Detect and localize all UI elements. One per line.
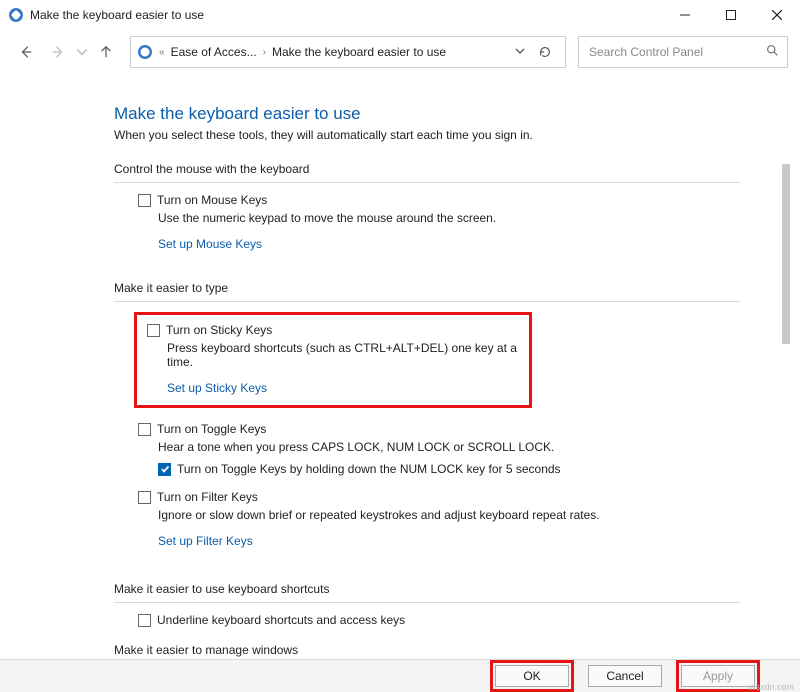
apply-button[interactable]: Apply <box>681 665 755 687</box>
breadcrumb-chevron-icon: « <box>159 47 165 58</box>
ok-button[interactable]: OK <box>495 665 569 687</box>
divider <box>114 301 740 302</box>
page-title: Make the keyboard easier to use <box>114 104 740 124</box>
mouse-keys-desc: Use the numeric keypad to move the mouse… <box>158 211 740 225</box>
section-windows-label: Make it easier to manage windows <box>114 643 740 657</box>
app-icon <box>8 7 24 23</box>
sticky-keys-desc: Press keyboard shortcuts (such as CTRL+A… <box>167 341 519 369</box>
apply-highlight: Apply <box>676 660 760 692</box>
address-dropdown-icon[interactable] <box>515 45 525 59</box>
address-bar[interactable]: « Ease of Acces... › Make the keyboard e… <box>130 36 566 68</box>
watermark: wsxdn.com <box>749 682 794 692</box>
back-button[interactable] <box>12 38 40 66</box>
divider <box>114 182 740 183</box>
minimize-button[interactable] <box>662 0 708 30</box>
checkbox-filter-keys[interactable] <box>138 491 151 504</box>
titlebar: Make the keyboard easier to use <box>0 0 800 30</box>
checkbox-mouse-keys[interactable] <box>138 194 151 207</box>
refresh-button[interactable] <box>531 45 559 59</box>
link-setup-filter-keys[interactable]: Set up Filter Keys <box>158 534 253 548</box>
cancel-button[interactable]: Cancel <box>588 665 662 687</box>
window-title: Make the keyboard easier to use <box>30 8 662 22</box>
checkbox-mouse-keys-label: Turn on Mouse Keys <box>157 193 267 207</box>
search-input[interactable] <box>587 44 766 60</box>
nav-toolbar: « Ease of Acces... › Make the keyboard e… <box>0 30 800 74</box>
search-box[interactable] <box>578 36 788 68</box>
checkbox-sticky-keys-label: Turn on Sticky Keys <box>166 323 272 337</box>
ok-highlight: OK <box>490 660 574 692</box>
section-shortcuts-label: Make it easier to use keyboard shortcuts <box>114 582 740 596</box>
up-button[interactable] <box>92 38 120 66</box>
checkbox-underline-shortcuts[interactable] <box>138 614 151 627</box>
checkbox-sticky-keys[interactable] <box>147 324 160 337</box>
recent-dropdown[interactable] <box>76 38 88 66</box>
search-icon[interactable] <box>766 44 779 60</box>
checkbox-toggle-keys[interactable] <box>138 423 151 436</box>
button-bar: OK Cancel Apply <box>0 659 800 692</box>
checkbox-numlock-hold-label: Turn on Toggle Keys by holding down the … <box>177 462 561 476</box>
checkbox-numlock-hold[interactable] <box>158 463 171 476</box>
control-panel-icon <box>137 44 153 60</box>
link-setup-mouse-keys[interactable]: Set up Mouse Keys <box>158 237 262 251</box>
link-setup-sticky-keys[interactable]: Set up Sticky Keys <box>167 381 267 395</box>
maximize-button[interactable] <box>708 0 754 30</box>
scrollbar-thumb[interactable] <box>782 164 790 344</box>
forward-button[interactable] <box>44 38 72 66</box>
filter-keys-desc: Ignore or slow down brief or repeated ke… <box>158 508 740 522</box>
checkbox-underline-shortcuts-label: Underline keyboard shortcuts and access … <box>157 613 405 627</box>
close-button[interactable] <box>754 0 800 30</box>
sticky-keys-highlight: Turn on Sticky Keys Press keyboard short… <box>134 312 532 408</box>
breadcrumb-part2[interactable]: Make the keyboard easier to use <box>272 45 446 59</box>
divider <box>114 602 740 603</box>
content-area: Make the keyboard easier to use When you… <box>0 74 800 659</box>
page-subtitle: When you select these tools, they will a… <box>114 128 740 142</box>
window-controls <box>662 0 800 30</box>
checkbox-toggle-keys-label: Turn on Toggle Keys <box>157 422 266 436</box>
breadcrumb-part1[interactable]: Ease of Acces... <box>171 45 257 59</box>
breadcrumb-chevron-icon: › <box>263 47 266 58</box>
toggle-keys-desc: Hear a tone when you press CAPS LOCK, NU… <box>158 440 740 454</box>
section-type-label: Make it easier to type <box>114 281 740 295</box>
section-mouse-label: Control the mouse with the keyboard <box>114 162 740 176</box>
checkbox-filter-keys-label: Turn on Filter Keys <box>157 490 258 504</box>
